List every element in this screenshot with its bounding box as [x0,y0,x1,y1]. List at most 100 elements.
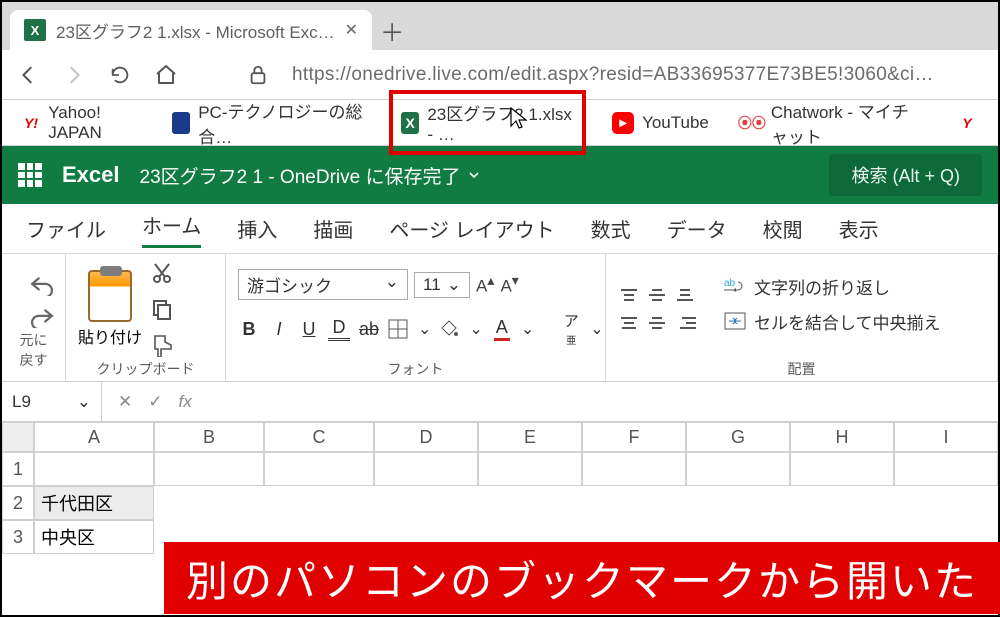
cell[interactable] [374,452,478,486]
bookmark-youtube[interactable]: ▸ YouTube [606,108,715,138]
bookmark-yahoo[interactable]: Y! Yahoo! JAPAN [16,99,146,147]
app-launcher-icon[interactable] [18,163,42,187]
fill-color-button[interactable] [439,319,461,339]
document-title[interactable]: 23区グラフ2 1 - OneDrive に保存完了 [140,162,483,189]
merge-center-button[interactable]: セルを結合して中央揃え [724,309,941,334]
cell[interactable] [790,452,894,486]
col-header[interactable]: A [34,422,154,452]
row-header[interactable]: 1 [2,452,34,486]
ribbon: 元に戻す 貼り付け クリップボード 游ゴシック⌄ 11⌄ A▴ A▾ [2,254,998,382]
name-box[interactable]: L9 ⌄ [2,382,102,421]
paste-icon[interactable] [88,270,132,322]
ribbon-tabs: ファイル ホーム 挿入 描画 ページ レイアウト 数式 データ 校閲 表示 [2,204,998,254]
clipboard-group-label: クリップボード [78,357,213,379]
strikethrough-button[interactable]: ab [358,319,380,340]
pctech-icon [172,112,190,134]
cell[interactable]: 中央区 [34,520,154,554]
tab-data[interactable]: データ [667,214,727,243]
bookmark-yahoo2[interactable]: Y [950,108,984,138]
align-top-icon[interactable] [618,284,640,306]
undo-button[interactable] [28,274,56,296]
borders-button[interactable] [388,319,410,339]
col-header[interactable]: I [894,422,998,452]
wrap-text-button[interactable]: ab 文字列の折り返し [724,274,941,299]
tab-file[interactable]: ファイル [26,214,106,243]
cell[interactable] [686,452,790,486]
col-header[interactable]: D [374,422,478,452]
col-header[interactable]: H [790,422,894,452]
forward-icon [62,63,86,87]
new-tab-button[interactable]: ＋ [372,10,412,50]
increase-font-icon[interactable]: A▴ [476,273,494,297]
row-header[interactable]: 2 [2,486,34,520]
decrease-font-icon[interactable]: A▾ [500,273,518,297]
font-name-select[interactable]: 游ゴシック⌄ [238,269,408,300]
tab-page-layout[interactable]: ページ レイアウト [389,214,554,243]
bookmark-label: YouTube [642,113,709,133]
youtube-icon: ▸ [612,112,634,134]
tab-formulas[interactable]: 数式 [591,214,631,243]
tab-draw[interactable]: 描画 [313,214,353,243]
tab-view[interactable]: 表示 [839,214,879,243]
refresh-icon[interactable] [108,63,132,87]
fx-icon[interactable]: fx [179,392,192,412]
italic-button[interactable]: I [268,319,290,340]
cut-button[interactable] [150,261,174,285]
url-text[interactable]: https://onedrive.live.com/edit.aspx?resi… [292,64,984,86]
cancel-formula-icon[interactable]: ✕ [118,392,132,412]
col-header[interactable]: E [478,422,582,452]
bookmark-current-file[interactable]: X 23区グラフ2 1.xlsx - … [389,90,586,155]
format-painter-button[interactable] [150,333,174,357]
font-color-button[interactable]: A [491,317,513,341]
align-left-icon[interactable] [618,312,640,334]
align-right-icon[interactable] [674,312,696,334]
lock-icon[interactable] [246,63,270,87]
tab-title: 23区グラフ2 1.xlsx - Microsoft Exc… [56,18,335,43]
col-header[interactable]: C [264,422,374,452]
back-icon[interactable] [16,63,40,87]
chevron-down-icon [466,167,482,183]
tab-home[interactable]: ホーム [142,210,201,248]
undo-group-label: 元に戻す [14,328,53,370]
cell[interactable] [478,452,582,486]
select-all-cell[interactable] [2,422,34,452]
bookmark-chatwork[interactable]: ⦿⦿ Chatwork - マイチャット [735,94,930,152]
row-header[interactable]: 3 [2,520,34,554]
chatwork-icon: ⦿⦿ [741,112,763,134]
cell[interactable]: 千代田区 [34,486,154,520]
browser-tab-active[interactable]: X 23区グラフ2 1.xlsx - Microsoft Exc… ✕ [10,10,372,50]
double-underline-button[interactable]: D [328,317,350,341]
phonetic-button[interactable]: ア亜 [560,310,582,348]
tab-insert[interactable]: 挿入 [237,214,277,243]
align-center-icon[interactable] [646,312,668,334]
copy-button[interactable] [150,297,174,321]
worksheet-grid[interactable]: 1 2 3 A B C D E F G H I 区 売上 世帯数 [2,422,998,554]
bookmark-pctech[interactable]: PC-テクノロジーの総合… [166,94,369,152]
align-bottom-icon[interactable] [674,284,696,306]
home-icon[interactable] [154,63,178,87]
header-cell[interactable]: 区 [34,452,154,486]
search-box[interactable]: 検索 (Alt + Q) [829,154,982,196]
tab-review[interactable]: 校閲 [763,214,803,243]
col-header[interactable]: B [154,422,264,452]
bold-button[interactable]: B [238,319,260,340]
font-group-label: フォント [238,357,593,379]
col-header[interactable]: F [582,422,686,452]
cell[interactable] [582,452,686,486]
header-cell[interactable]: 売上 [154,452,264,486]
cell[interactable] [894,452,998,486]
redo-button[interactable] [28,306,56,328]
cursor-icon [509,106,529,130]
header-cell[interactable]: 世帯数 [264,452,374,486]
align-middle-icon[interactable] [646,284,668,306]
font-size-select[interactable]: 11⌄ [414,272,470,298]
wrap-text-icon: ab [724,276,746,296]
underline-button[interactable]: U [298,319,320,340]
col-header[interactable]: G [686,422,790,452]
bookmark-label: 23区グラフ2 1.xlsx - … [427,100,574,145]
alignment-buttons[interactable] [618,284,696,334]
close-icon[interactable]: ✕ [345,20,358,40]
enter-formula-icon[interactable]: ✓ [148,392,162,412]
excel-file-icon: X [24,19,46,41]
bookmarks-bar: Y! Yahoo! JAPAN PC-テクノロジーの総合… X 23区グラフ2 … [2,100,998,146]
